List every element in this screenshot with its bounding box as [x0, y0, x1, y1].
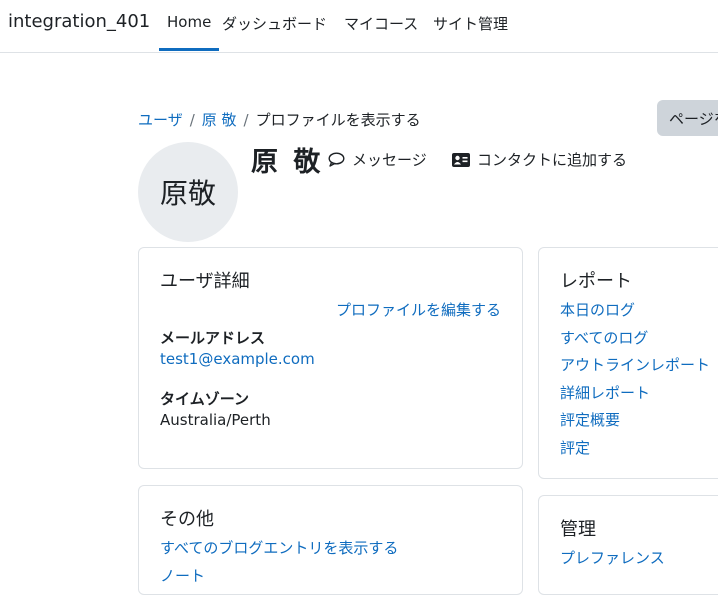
edit-profile-link[interactable]: プロファイルを編集する — [336, 299, 501, 320]
misc-title: その他 — [160, 509, 214, 530]
user-details-card: ユーザ詳細 プロファイルを編集する メールアドレス test1@example.… — [138, 247, 523, 469]
report-link-all-logs[interactable]: すべてのログ — [560, 327, 648, 348]
nav-item-my-courses[interactable]: マイコース — [344, 13, 418, 51]
breadcrumb-separator: / — [243, 111, 249, 129]
breadcrumb-users-link[interactable]: ユーザ — [138, 111, 183, 129]
page-title: 原 敬 — [251, 147, 324, 178]
nav-item-home[interactable]: Home — [159, 13, 220, 51]
timezone-label: タイムゾーン — [160, 390, 249, 408]
reports-card: レポート 本日のログ すべてのログ アウトラインレポート 詳細レポート 評定概要… — [538, 247, 718, 479]
contact-card-icon — [452, 152, 470, 167]
report-link-grade[interactable]: 評定 — [560, 437, 590, 458]
site-brand[interactable]: integration_401 — [8, 11, 150, 32]
reports-title: レポート — [560, 271, 632, 292]
report-link-complete[interactable]: 詳細レポート — [560, 382, 650, 403]
page-action-button[interactable]: ページを — [657, 100, 718, 136]
breadcrumb: ユーザ / 原 敬 / プロファイルを表示する — [138, 109, 421, 130]
admin-link-preferences[interactable]: プレファレンス — [560, 547, 665, 568]
administration-title: 管理 — [560, 519, 596, 540]
breadcrumb-user-link[interactable]: 原 敬 — [202, 111, 237, 129]
administration-card: 管理 プレファレンス — [538, 495, 718, 595]
breadcrumb-current: プロファイルを表示する — [255, 111, 421, 129]
misc-card: その他 すべてのブログエントリを表示する ノート — [138, 485, 523, 595]
email-link[interactable]: test1@example.com — [160, 350, 315, 368]
breadcrumb-separator: / — [189, 111, 195, 129]
email-label: メールアドレス — [160, 329, 266, 347]
avatar-initials: 原敬 — [159, 177, 216, 210]
message-button[interactable]: メッセージ — [328, 149, 427, 170]
report-link-today-log[interactable]: 本日のログ — [560, 299, 635, 320]
report-link-outline[interactable]: アウトラインレポート — [560, 354, 710, 375]
user-details-title: ユーザ詳細 — [160, 271, 250, 292]
add-contact-label: コンタクトに追加する — [477, 151, 628, 169]
misc-link-notes[interactable]: ノート — [160, 565, 205, 586]
message-label: メッセージ — [352, 151, 427, 169]
misc-link-blog-entries[interactable]: すべてのブログエントリを表示する — [160, 537, 398, 558]
nav-item-site-admin[interactable]: サイト管理 — [433, 13, 508, 51]
top-navbar: integration_401 Home ダッシュボード マイコース サイト管理 — [0, 0, 718, 53]
add-contact-button[interactable]: コンタクトに追加する — [452, 149, 627, 170]
avatar: 原敬 — [138, 142, 238, 242]
report-link-grades-overview[interactable]: 評定概要 — [560, 409, 620, 430]
timezone-value: Australia/Perth — [160, 411, 271, 429]
nav-item-dashboard[interactable]: ダッシュボード — [222, 13, 327, 51]
speech-bubble-icon — [328, 152, 345, 167]
